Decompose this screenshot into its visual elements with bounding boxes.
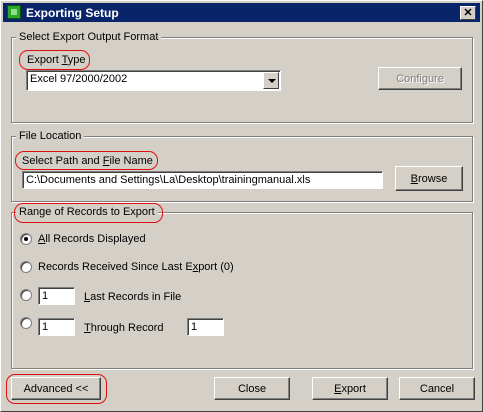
- file-location-group-label: File Location: [16, 130, 85, 142]
- all-records-label[interactable]: All Records Displayed: [38, 233, 146, 245]
- chevron-down-icon[interactable]: [263, 72, 279, 89]
- radio-all-records[interactable]: [20, 233, 32, 245]
- to-record-value: 1: [191, 321, 198, 333]
- last-records-input[interactable]: 1: [38, 287, 75, 305]
- configure-button[interactable]: Configure: [378, 67, 462, 90]
- through-record-label: Through Record: [84, 322, 164, 334]
- export-button[interactable]: Export: [312, 377, 388, 400]
- export-button-label: Export: [334, 382, 366, 395]
- export-format-group-label: Select Export Output Format: [16, 31, 162, 43]
- browse-button-label: Browse: [410, 172, 448, 185]
- close-button[interactable]: Close: [214, 377, 290, 400]
- path-annotation: [15, 151, 158, 170]
- browse-button[interactable]: Browse: [395, 166, 463, 191]
- advanced-annotation: [6, 374, 107, 404]
- range-annotation: [14, 203, 163, 223]
- from-record-input[interactable]: 1: [38, 318, 75, 336]
- export-type-value: Excel 97/2000/2002: [30, 73, 128, 85]
- configure-button-label: Configure: [396, 72, 444, 85]
- radio-last-records[interactable]: [20, 289, 32, 301]
- cancel-button[interactable]: Cancel: [399, 377, 475, 400]
- cancel-button-label: Cancel: [419, 382, 455, 395]
- radio-through-record[interactable]: [20, 317, 32, 329]
- export-type-annotation: [19, 50, 90, 70]
- since-last-export-label[interactable]: Records Received Since Last Export (0): [38, 261, 234, 273]
- from-record-value: 1: [42, 321, 49, 333]
- path-value: C:\Documents and Settings\La\Desktop\tra…: [26, 174, 311, 186]
- last-records-label: Last Records in File: [84, 291, 182, 303]
- window-title: Exporting Setup: [26, 6, 119, 20]
- close-icon: ✕: [463, 7, 473, 19]
- to-record-input[interactable]: 1: [187, 318, 224, 336]
- title-bar[interactable]: Exporting Setup ✕: [3, 3, 480, 22]
- last-records-value: 1: [42, 290, 49, 302]
- close-window-button[interactable]: ✕: [460, 6, 476, 20]
- radio-since-last-export[interactable]: [20, 261, 32, 273]
- path-input[interactable]: C:\Documents and Settings\La\Desktop\tra…: [22, 171, 383, 189]
- app-icon: [7, 5, 21, 19]
- export-type-select[interactable]: Excel 97/2000/2002: [26, 70, 281, 91]
- close-button-label: Close: [237, 382, 267, 395]
